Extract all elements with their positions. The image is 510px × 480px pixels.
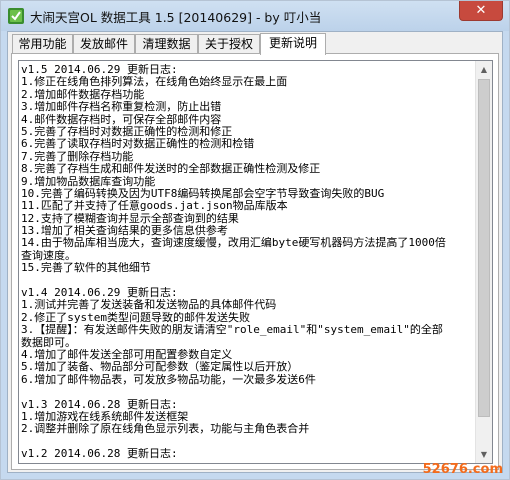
changelog-line: 12.支持了模糊查询并显示全部查询到的结果 bbox=[21, 212, 239, 225]
changelog-textbox[interactable]: v1.5 2014.06.29 更新日志: 1.修正在线角色排列算法，在线角色始终… bbox=[18, 60, 493, 464]
tab-about-license[interactable]: 关于授权 bbox=[198, 34, 260, 53]
scrollbar-thumb[interactable] bbox=[478, 79, 490, 417]
app-icon bbox=[8, 8, 24, 24]
title-bar[interactable]: 大闹天宫OL 数据工具 1.5 [20140629] - by 叮小当 ✕ bbox=[1, 1, 509, 31]
changelog-line: 6.完善了读取存档时对数据正确性的检测和检错 bbox=[21, 138, 255, 151]
changelog-text: v1.5 2014.06.29 更新日志: 1.修正在线角色排列算法，在线角色始终… bbox=[21, 64, 473, 461]
changelog-line: v1.4 2014.06.29 更新日志: bbox=[21, 287, 178, 300]
changelog-line: 3.增加邮件存档名称重复检测，防止出错 bbox=[21, 101, 222, 114]
changelog-line: 7.完善了删除存档功能 bbox=[21, 150, 134, 163]
close-button[interactable]: ✕ bbox=[459, 1, 503, 21]
changelog-line: v1.2 2014.06.28 更新日志: bbox=[21, 448, 178, 461]
scroll-down-icon[interactable]: ▼ bbox=[476, 446, 492, 463]
tab-clean-data[interactable]: 清理数据 bbox=[135, 34, 198, 53]
changelog-line: 13.增加了相关查询结果的更多信息供参考 bbox=[21, 225, 228, 238]
changelog-line: 2.调整并删除了原在线角色显示列表，功能与主角色表合并 bbox=[21, 423, 310, 436]
changelog-line: 8.完善了存档生成和邮件发送时的全部数据正确性检测及修正 bbox=[21, 163, 321, 176]
tab-send-mail[interactable]: 发放邮件 bbox=[73, 34, 135, 53]
app-window: 大闹天宫OL 数据工具 1.5 [20140629] - by 叮小当 ✕ 常用… bbox=[0, 0, 510, 480]
changelog-line bbox=[21, 386, 473, 398]
tab-common-functions[interactable]: 常用功能 bbox=[12, 34, 73, 53]
changelog-line: 1.修正在线角色排列算法，在线角色始终显示在最上面 bbox=[21, 76, 288, 89]
client-area: 常用功能 发放邮件 清理数据 关于授权 更新说明 v1.5 2014.06.29… bbox=[7, 31, 503, 473]
changelog-line: 5.增加了装备、物品部分可配参数（鉴定属性以后开放） bbox=[21, 361, 299, 374]
changelog-line: 2.增加邮件数据存档功能 bbox=[21, 88, 145, 101]
changelog-line: 查询速度。 bbox=[21, 249, 76, 262]
changelog-line: 3.【提醒】：有发送邮件失败的朋友请清空"role_email"和"system… bbox=[21, 324, 443, 337]
changelog-line: 1.测试并完善了发送装备和发送物品的具体邮件代码 bbox=[21, 299, 277, 312]
changelog-line: 11.匹配了并支持了任意goods.jat.json物品库版本 bbox=[21, 200, 288, 213]
scroll-up-icon[interactable]: ▲ bbox=[476, 61, 492, 78]
close-icon: ✕ bbox=[475, 3, 487, 18]
changelog-line: 14.由于物品库相当庞大，查询速度缓慢，改用汇编byte硬写机器码方法提高了10… bbox=[21, 237, 446, 250]
changelog-line: 4.增加了邮件发送全部可用配置参数自定义 bbox=[21, 348, 233, 361]
changelog-line: 数据即可。 bbox=[21, 336, 76, 349]
window-title: 大闹天宫OL 数据工具 1.5 [20140629] - by 叮小当 bbox=[30, 10, 322, 25]
changelog-line bbox=[21, 275, 473, 287]
tab-panel-update-notes: v1.5 2014.06.29 更新日志: 1.修正在线角色排列算法，在线角色始终… bbox=[11, 53, 499, 470]
changelog-line: 2.修正了system类型问题导致的邮件发送失败 bbox=[21, 311, 250, 324]
changelog-line bbox=[21, 436, 473, 448]
changelog-line: v1.3 2014.06.28 更新日志: bbox=[21, 398, 178, 411]
changelog-line: 1.增加游戏在线系统邮件发送框架 bbox=[21, 410, 189, 423]
changelog-line: 6.增加了邮件物品表，可发放多物品功能，一次最多发送6件 bbox=[21, 373, 316, 386]
changelog-line: 4.邮件数据存档时，可保存全部邮件内容 bbox=[21, 113, 222, 126]
changelog-line: v1.5 2014.06.29 更新日志: bbox=[21, 64, 178, 76]
tab-update-notes[interactable]: 更新说明 bbox=[260, 33, 326, 55]
changelog-line: 9.增加物品数据库查询功能 bbox=[21, 175, 156, 188]
site-watermark: 52676.com bbox=[422, 462, 503, 477]
changelog-line: 10.完善了编码转换及因为UTF8编码转换尾部会空字节导致查询失败的BUG bbox=[21, 187, 385, 200]
changelog-line: 15.完善了软件的其他细节 bbox=[21, 262, 151, 275]
changelog-line: 5.完善了存档时对数据正确性的检测和修正 bbox=[21, 125, 233, 138]
vertical-scrollbar[interactable]: ▲ ▼ bbox=[475, 61, 492, 463]
